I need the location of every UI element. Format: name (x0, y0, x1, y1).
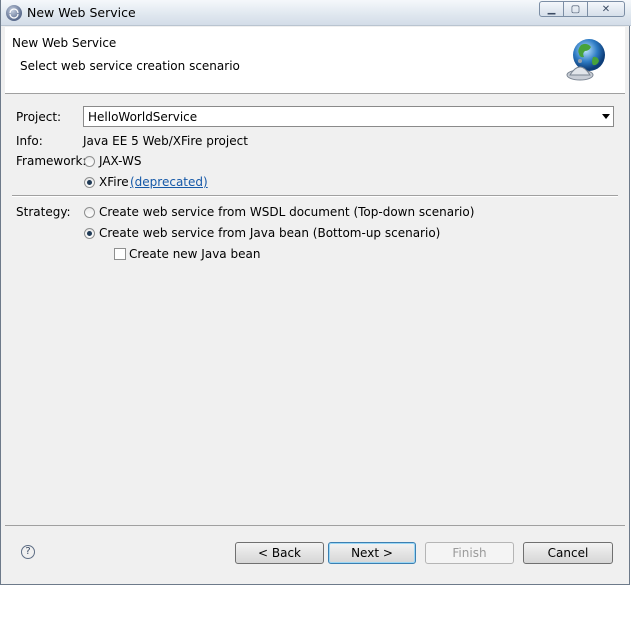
project-label: Project: (16, 110, 62, 124)
minimize-icon: ▁ (547, 3, 556, 15)
create-java-bean-checkbox[interactable] (114, 248, 126, 260)
globe-service-bell-icon (566, 39, 605, 81)
radio-xfire-label[interactable]: XFire (99, 175, 129, 189)
next-button[interactable]: Next > (328, 542, 416, 564)
radio-top-down-label[interactable]: Create web service from WSDL document (T… (99, 205, 474, 219)
strategy-label: Strategy: (16, 205, 71, 219)
question-mark-icon[interactable]: ? (21, 545, 35, 559)
wizard-page: Project: HelloWorldService Info: Java EE… (5, 94, 625, 524)
radio-bottom-up[interactable] (84, 228, 95, 239)
maximize-button[interactable]: ▢ (563, 1, 588, 17)
title-bar[interactable]: New Web Service ▁ ▢ ✕ (1, 0, 631, 26)
finish-button[interactable]: Finish (425, 542, 514, 564)
footer-separator (5, 525, 625, 526)
radio-jaxws[interactable] (84, 156, 95, 167)
info-value: Java EE 5 Web/XFire project (83, 134, 248, 148)
window-title: New Web Service (27, 5, 136, 20)
minimize-button[interactable]: ▁ (539, 1, 564, 17)
create-java-bean-label[interactable]: Create new Java bean (129, 247, 260, 261)
chevron-down-icon (602, 114, 610, 119)
back-button[interactable]: < Back (235, 542, 324, 564)
project-value: HelloWorldService (88, 110, 198, 124)
separator (12, 195, 618, 197)
info-label: Info: (16, 134, 43, 148)
radio-top-down[interactable] (84, 207, 95, 218)
radio-bottom-up-label[interactable]: Create web service from Java bean (Botto… (99, 226, 440, 240)
radio-xfire[interactable] (84, 177, 95, 188)
close-button[interactable]: ✕ (587, 1, 625, 17)
radio-jaxws-label[interactable]: JAX-WS (99, 154, 142, 168)
cancel-button[interactable]: Cancel (523, 542, 613, 564)
deprecated-link[interactable]: (deprecated) (130, 175, 208, 189)
wizard-subtitle: Select web service creation scenario (20, 59, 240, 73)
wizard-header: New Web Service Select web service creat… (5, 27, 625, 94)
framework-label: Framework: (16, 154, 87, 168)
maximize-icon: ▢ (570, 3, 581, 15)
eclipse-icon (6, 5, 22, 21)
close-icon: ✕ (601, 3, 611, 15)
wizard-title: New Web Service (12, 36, 117, 50)
project-combo[interactable]: HelloWorldService (83, 106, 614, 127)
window-controls: ▁ ▢ ✕ (539, 1, 625, 18)
dialog-window: New Web Service ▁ ▢ ✕ New Web Service Se… (0, 0, 631, 585)
